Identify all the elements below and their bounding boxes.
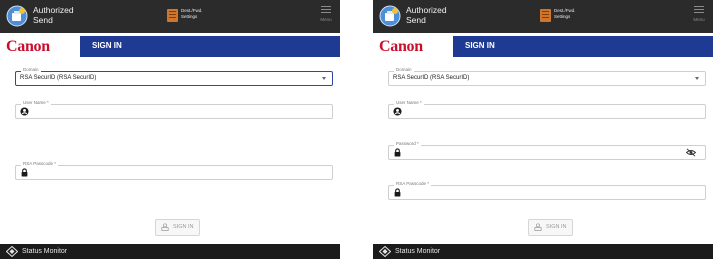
username-field[interactable]: User Name * xyxy=(15,100,333,119)
status-monitor-icon xyxy=(6,246,18,257)
signin-screen-password: Authorized Send Dest./Fwd. Settings Menu… xyxy=(373,0,713,259)
domain-value: RSA SecurID (RSA SecurID) xyxy=(393,75,470,81)
eye-slash-icon[interactable] xyxy=(686,148,696,157)
status-monitor-label: Status Monitor xyxy=(395,248,441,255)
canon-logo: Canon xyxy=(373,36,453,57)
status-monitor-label: Status Monitor xyxy=(22,248,68,255)
hamburger-menu-icon xyxy=(321,6,331,7)
chevron-down-icon xyxy=(322,77,326,80)
lock-icon xyxy=(394,148,401,157)
brand-bar: Canon SIGN IN xyxy=(0,36,340,57)
menu-label: Menu xyxy=(693,17,705,22)
password-field[interactable]: Password * xyxy=(388,141,706,160)
lock-icon xyxy=(394,188,401,197)
menu-label: Menu xyxy=(320,17,332,22)
rsa-passcode-label: RSA Passcode * xyxy=(21,161,59,167)
sign-in-label: SIGN IN xyxy=(546,224,567,230)
user-icon xyxy=(20,107,29,116)
document-icon xyxy=(540,9,551,22)
top-bar: Authorized Send Dest./Fwd. Settings Menu xyxy=(373,0,713,33)
authorized-send-app-icon[interactable] xyxy=(6,5,28,27)
chevron-down-icon xyxy=(695,77,699,80)
logo-text: Canon xyxy=(379,38,423,55)
rsa-passcode-label: RSA Passcode * xyxy=(394,181,432,187)
lock-icon xyxy=(21,168,28,177)
menu-button[interactable]: Menu xyxy=(317,4,335,28)
status-monitor-bar[interactable]: Status Monitor xyxy=(0,244,340,259)
status-monitor-bar[interactable]: Status Monitor xyxy=(373,244,713,259)
sign-in-button[interactable]: SIGN IN xyxy=(528,219,573,236)
dest-fwd-settings-button[interactable]: Dest./Fwd. Settings xyxy=(530,5,590,27)
top-bar: Authorized Send Dest./Fwd. Settings Menu xyxy=(0,0,340,33)
authorized-send-app-icon[interactable] xyxy=(379,5,401,27)
sign-in-icon xyxy=(161,223,169,231)
app-title: Authorized Send xyxy=(406,5,447,25)
canon-logo: Canon xyxy=(0,36,80,57)
domain-select[interactable]: Domain RSA SecurID (RSA SecurID) xyxy=(15,67,333,86)
dest-fwd-settings-label: Dest./Fwd. Settings xyxy=(181,8,203,19)
password-label: Password * xyxy=(394,141,421,147)
dest-fwd-settings-label: Dest./Fwd. Settings xyxy=(554,8,576,19)
rsa-passcode-field[interactable]: RSA Passcode * xyxy=(15,161,333,180)
domain-value: RSA SecurID (RSA SecurID) xyxy=(20,75,97,81)
username-field[interactable]: User Name * xyxy=(388,100,706,119)
page-title: SIGN IN xyxy=(465,41,495,50)
document-icon xyxy=(167,9,178,22)
sign-in-button[interactable]: SIGN IN xyxy=(155,219,200,236)
brand-bar: Canon SIGN IN xyxy=(373,36,713,57)
sign-in-icon xyxy=(534,223,542,231)
domain-label: Domain xyxy=(394,67,414,73)
rsa-passcode-field[interactable]: RSA Passcode * xyxy=(388,181,706,200)
sign-in-label: SIGN IN xyxy=(173,224,194,230)
username-label: User Name * xyxy=(394,100,424,106)
menu-button[interactable]: Menu xyxy=(690,4,708,28)
username-label: User Name * xyxy=(21,100,51,106)
user-icon xyxy=(393,107,402,116)
page-title: SIGN IN xyxy=(92,41,122,50)
signin-screen-rsa-passcode: Authorized Send Dest./Fwd. Settings Menu… xyxy=(0,0,340,259)
app-title: Authorized Send xyxy=(33,5,74,25)
status-monitor-icon xyxy=(379,246,391,257)
hamburger-menu-icon xyxy=(694,6,704,7)
domain-select[interactable]: Domain RSA SecurID (RSA SecurID) xyxy=(388,67,706,86)
logo-text: Canon xyxy=(6,38,50,55)
domain-label: Domain xyxy=(21,67,41,73)
dest-fwd-settings-button[interactable]: Dest./Fwd. Settings xyxy=(157,5,217,27)
